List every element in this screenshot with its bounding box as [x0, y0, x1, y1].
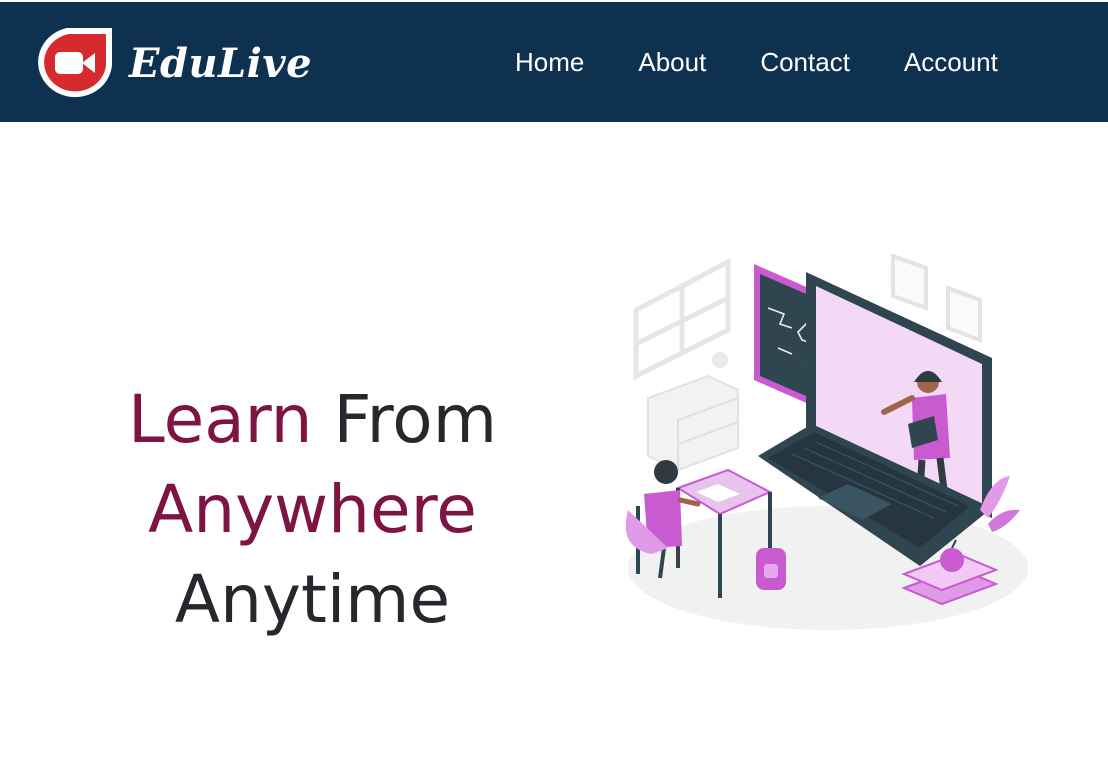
- top-navbar: EduLive Home About Contact Account: [0, 0, 1108, 122]
- hero-line-1: Learn From: [60, 375, 565, 465]
- online-class-illustration: [625, 253, 1028, 630]
- nav-contact-link[interactable]: Contact: [760, 46, 850, 78]
- nav-home-link[interactable]: Home: [515, 46, 584, 78]
- nav-about-link[interactable]: About: [638, 46, 706, 78]
- nav-account-link[interactable]: Account: [904, 46, 998, 78]
- brand-name: EduLive: [129, 39, 313, 87]
- video-camera-icon: [38, 28, 112, 98]
- hero-from-word: From: [312, 381, 497, 458]
- hero-anytime-word: Anytime: [174, 561, 451, 638]
- hero-anywhere-word: Anywhere: [148, 471, 477, 548]
- hero-heading: Learn From Anywhere Anytime: [60, 375, 565, 645]
- nav-links: Home About Contact Account: [515, 46, 998, 78]
- brand-logo-link[interactable]: EduLive: [33, 25, 312, 101]
- hero-learn-word: Learn: [128, 381, 313, 458]
